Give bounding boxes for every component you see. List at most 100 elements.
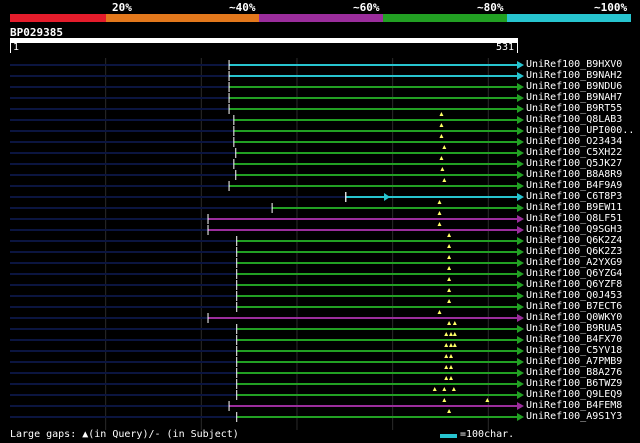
blast-alignment-view: 20% ~40% ~60% ~80% ~100% BP029385 1 531 … bbox=[0, 0, 640, 443]
query-gap-marker bbox=[437, 310, 442, 314]
hit-label[interactable]: UniRef100_O23434 bbox=[526, 136, 622, 147]
hit-end-arrow bbox=[517, 171, 524, 179]
subject-gap-marker bbox=[384, 193, 391, 201]
hit-end-arrow bbox=[517, 248, 524, 256]
hit-label[interactable]: UniRef100_B7ECT6 bbox=[526, 301, 622, 312]
query-gap-marker bbox=[452, 343, 457, 347]
hit-end-arrow bbox=[517, 83, 524, 91]
hit-label[interactable]: UniRef100_B9NDU6 bbox=[526, 81, 622, 92]
hit-end-arrow bbox=[517, 380, 524, 388]
query-gap-marker bbox=[451, 387, 456, 391]
hit-label[interactable]: UniRef100_B4F9A9 bbox=[526, 180, 622, 191]
query-gap-marker bbox=[447, 233, 452, 237]
hit-end-arrow bbox=[517, 105, 524, 113]
query-gap-marker bbox=[439, 156, 444, 160]
query-gap-marker bbox=[444, 354, 449, 358]
hit-label[interactable]: UniRef100_C6T8P3 bbox=[526, 191, 622, 202]
hit-label[interactable]: UniRef100_B9RT55 bbox=[526, 103, 622, 114]
hit-label[interactable]: UniRef100_Q6K2Z4 bbox=[526, 235, 622, 246]
query-gap-marker bbox=[437, 211, 442, 215]
hit-label[interactable]: UniRef100_A7PMB9 bbox=[526, 356, 622, 367]
query-gap-marker bbox=[444, 332, 449, 336]
hit-label[interactable]: UniRef100_B4FEM8 bbox=[526, 400, 622, 411]
hit-end-arrow bbox=[517, 116, 524, 124]
hit-end-arrow bbox=[517, 160, 524, 168]
hit-end-arrow bbox=[517, 138, 524, 146]
hit-end-arrow bbox=[517, 204, 524, 212]
query-gap-marker bbox=[444, 343, 449, 347]
hit-label[interactable]: UniRef100_B8A276 bbox=[526, 367, 622, 378]
query-gap-marker bbox=[447, 277, 452, 281]
query-gap-marker bbox=[447, 244, 452, 248]
query-gap-marker bbox=[444, 365, 449, 369]
query-gap-marker bbox=[437, 200, 442, 204]
hit-label[interactable]: UniRef100_Q6K2Z3 bbox=[526, 246, 622, 257]
query-gap-marker bbox=[442, 145, 447, 149]
hit-end-arrow bbox=[517, 237, 524, 245]
query-gap-marker bbox=[447, 288, 452, 292]
hit-end-arrow bbox=[517, 325, 524, 333]
query-gap-marker bbox=[448, 332, 453, 336]
hit-end-arrow bbox=[517, 226, 524, 234]
scale-bar bbox=[440, 434, 457, 438]
hit-label[interactable]: UniRef100_Q5JK27 bbox=[526, 158, 622, 169]
hit-label[interactable]: UniRef100_A9S1Y3 bbox=[526, 411, 622, 422]
query-gap-marker bbox=[447, 266, 452, 270]
hit-label[interactable]: UniRef100_B9NAH7 bbox=[526, 92, 622, 103]
scale-label: =100char. bbox=[460, 429, 515, 440]
hit-end-arrow bbox=[517, 149, 524, 157]
hit-label[interactable]: UniRef100_Q0WKY0 bbox=[526, 312, 622, 323]
hit-label[interactable]: UniRef100_B8A8R9 bbox=[526, 169, 622, 180]
hit-label[interactable]: UniRef100_Q9LEQ9 bbox=[526, 389, 622, 400]
hit-label[interactable]: UniRef100_Q9SGH3 bbox=[526, 224, 622, 235]
hit-end-arrow bbox=[517, 72, 524, 80]
hit-label[interactable]: UniRef100_B4FX70 bbox=[526, 334, 622, 345]
query-gap-marker bbox=[447, 321, 452, 325]
hit-label[interactable]: UniRef100_Q0J453 bbox=[526, 290, 622, 301]
hit-label[interactable]: UniRef100_Q8LF51 bbox=[526, 213, 622, 224]
hit-label[interactable]: UniRef100_Q6YZG4 bbox=[526, 268, 622, 279]
hit-label[interactable]: UniRef100_Q8LAB3 bbox=[526, 114, 622, 125]
query-gap-marker bbox=[448, 343, 453, 347]
hit-label[interactable]: UniRef100_UPI000.. bbox=[526, 125, 634, 136]
hit-end-arrow bbox=[517, 303, 524, 311]
hit-label[interactable]: UniRef100_Q6YZF8 bbox=[526, 279, 622, 290]
query-gap-marker bbox=[448, 376, 453, 380]
query-gap-marker bbox=[439, 123, 444, 127]
query-gap-marker bbox=[448, 354, 453, 358]
hit-end-arrow bbox=[517, 215, 524, 223]
hit-end-arrow bbox=[517, 336, 524, 344]
hit-label[interactable]: UniRef100_C5YV18 bbox=[526, 345, 622, 356]
query-gap-marker bbox=[444, 376, 449, 380]
query-gap-marker bbox=[439, 112, 444, 116]
query-gap-marker bbox=[448, 365, 453, 369]
hit-label[interactable]: UniRef100_B9RUA5 bbox=[526, 323, 622, 334]
hit-end-arrow bbox=[517, 182, 524, 190]
query-gap-marker bbox=[432, 387, 437, 391]
hit-label[interactable]: UniRef100_B9NAH2 bbox=[526, 70, 622, 81]
hit-end-arrow bbox=[517, 358, 524, 366]
query-gap-marker bbox=[439, 134, 444, 138]
hit-end-arrow bbox=[517, 314, 524, 322]
query-gap-marker bbox=[452, 321, 457, 325]
hit-end-arrow bbox=[517, 347, 524, 355]
hit-end-arrow bbox=[517, 292, 524, 300]
query-gap-marker bbox=[440, 167, 445, 171]
hit-end-arrow bbox=[517, 369, 524, 377]
hit-end-arrow bbox=[517, 281, 524, 289]
query-gap-marker bbox=[442, 387, 447, 391]
query-gap-marker bbox=[442, 398, 447, 402]
hit-end-arrow bbox=[517, 413, 524, 421]
hit-label[interactable]: UniRef100_B9EW11 bbox=[526, 202, 622, 213]
hit-end-arrow bbox=[517, 193, 524, 201]
query-gap-marker bbox=[447, 409, 452, 413]
hit-label[interactable]: UniRef100_B6TWZ9 bbox=[526, 378, 622, 389]
hit-label[interactable]: UniRef100_B9HXV0 bbox=[526, 59, 622, 70]
large-gaps-legend: Large gaps: ▲(in Query)/- (in Subject) bbox=[10, 429, 239, 440]
hit-label[interactable]: UniRef100_A2YXG9 bbox=[526, 257, 622, 268]
hit-end-arrow bbox=[517, 61, 524, 69]
hit-end-arrow bbox=[517, 270, 524, 278]
query-gap-marker bbox=[447, 255, 452, 259]
query-gap-marker bbox=[442, 178, 447, 182]
hit-label[interactable]: UniRef100_C5XH22 bbox=[526, 147, 622, 158]
